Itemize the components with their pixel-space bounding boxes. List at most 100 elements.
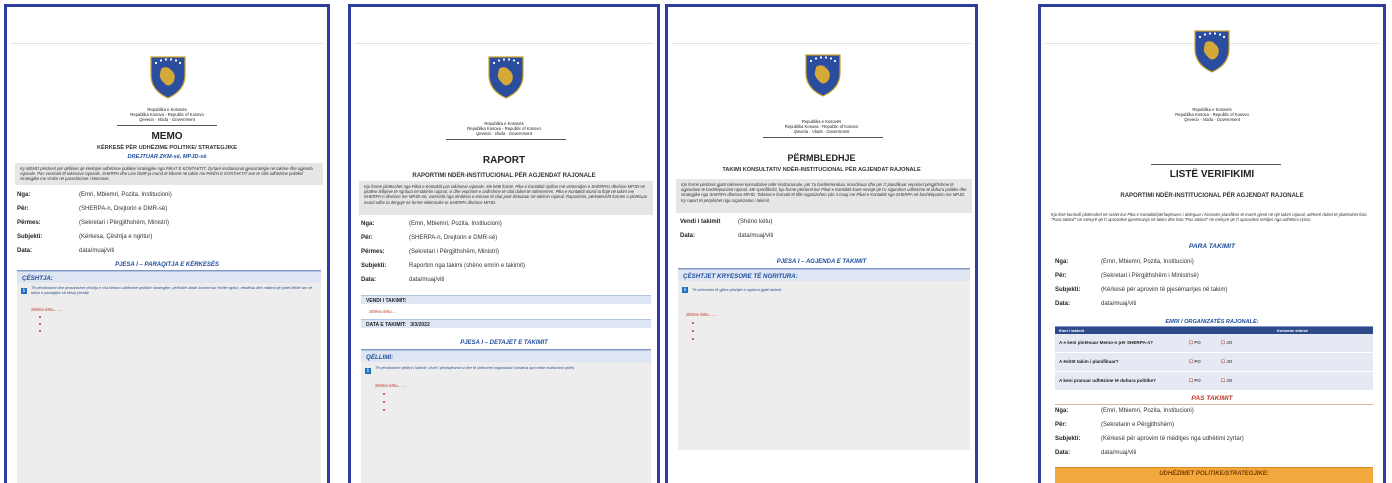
field-label: Për: [1055, 273, 1067, 279]
field-to: Për: (SHERPA-n, Drejtorin e DMR-së) [17, 206, 167, 212]
field-value: (Shëno këtu) [738, 219, 773, 225]
section-heading: PJESA I – DETAJET E TAKIMIT [460, 340, 548, 346]
meeting-date-label: DATA E TAKIMIT: [366, 322, 407, 328]
field-label: Data: [1055, 301, 1071, 307]
panel-title: QËLLIMI: [361, 351, 651, 362]
field-date: Data: data/muaj/viti [680, 233, 773, 239]
meeting-date-value: 3/3/2022 [410, 322, 430, 328]
page-top-rule [11, 43, 323, 44]
header-meeting-name: Emri i takimit [1059, 328, 1085, 333]
checkbox-yes[interactable]: ☐ PO [1189, 378, 1201, 384]
field-label: Subjekti: [1055, 287, 1081, 293]
after-field-to: Për: (Sekretarin e Përgjithshëm) [1055, 422, 1174, 428]
memo-document-page[interactable]: Republika e Kosovës Republika Kosova - R… [4, 4, 330, 483]
no-label: JO [1226, 359, 1233, 364]
government-header: Republika e Kosovës Republika Kosova - R… [668, 119, 975, 134]
venue-label: VENDI I TAKIMIT: [361, 295, 651, 304]
field-value: (Emri, Mbiemri, Pozita, Institucioni) [79, 192, 172, 198]
venue-value[interactable]: Shëno këtu… [369, 309, 396, 314]
kosovo-coat-of-arms-icon [1191, 25, 1233, 73]
info-icon: i [365, 368, 371, 374]
section-heading: PJESA I – AGJENDA E TAKIMIT [776, 259, 867, 265]
field-value: (Kërkesë për aprovim të mëdițjes nga udh… [1101, 436, 1244, 442]
page-top-rule [355, 43, 653, 44]
header-line-3: Qeveria - Vlada - Government [1184, 117, 1240, 122]
field-value: (SHERPA-n, Drejtorin e DMR-së) [79, 206, 168, 212]
field-label: Përmes: [17, 220, 41, 226]
bullet [39, 323, 41, 325]
field-date: Data: data/muaj/viti [361, 277, 444, 283]
panel-info: Të përshkruhet dhe prezantohet çështja e… [31, 286, 313, 295]
section-heading: PJESA I – PARAQITJA E KËRKESËS [115, 262, 219, 268]
field-subject: Subjekti: Raportim nga takimi (shëno emri… [361, 263, 525, 269]
field-from: Nga: (Emri, Mbiemri, Pozita, Institucioni… [17, 192, 172, 198]
info-icon: i [21, 288, 27, 294]
field-via: Përmes: (Sekretari i Përgjithshëm, Minist… [17, 220, 169, 226]
checklist-row: A e keni plotësuar Memo-n për SHERPA-n? … [1055, 334, 1373, 353]
bullet [39, 316, 41, 318]
document-addressee: DREJTUAR ZKM-së, MPJD-së [127, 154, 207, 160]
document-subtitle: TAKIMI KONSULTATIV NDËR-INSTITUCIONAL PË… [722, 167, 921, 173]
intro-instructions: Kjo formë përdoret gjatë takimeve konsul… [676, 179, 972, 213]
field-value: data/muaj/viti [738, 233, 774, 239]
section-divider [1055, 404, 1373, 405]
kosovo-coat-of-arms-icon [147, 51, 189, 99]
info-icon: i [682, 287, 688, 293]
checklist-question: A keni pranuar udhëzime të duhura politi… [1059, 378, 1156, 383]
field-value: (Emri, Mbiemri, Pozita, Institucioni) [1101, 259, 1194, 265]
field-from: Nga: (Emri, Mbiemri, Pozita, Institucioni… [361, 221, 502, 227]
before-field-date: Data: data/muaj/viti [1055, 301, 1136, 307]
after-field-date: Data: data/muaj/viti [1055, 450, 1136, 456]
field-subject: Subjekti: (Kërkesa, Çështja e ngritur) [17, 234, 152, 240]
yes-label: PO [1194, 378, 1201, 383]
checkbox-yes[interactable]: ☐ PO [1189, 340, 1201, 346]
raport-document-page[interactable]: Republika e Kosovës Republika Kosova - R… [348, 4, 660, 483]
government-header: Republika e Kosovës Republika Kosova - R… [7, 107, 327, 122]
checkbox-no[interactable]: ☐ JO [1221, 340, 1232, 346]
checkbox-no[interactable]: ☐ JO [1221, 359, 1232, 365]
field-label: Nga: [361, 221, 375, 227]
field-value: (Kërkesa, Çështja e ngritur) [79, 234, 153, 240]
before-meeting-heading: PARA TAKIMIT [1188, 243, 1236, 250]
government-header: Republika e Kosovës Republika Kosova - R… [351, 121, 657, 136]
checkbox-yes[interactable]: ☐ PO [1189, 359, 1201, 365]
placeholder-text[interactable]: Shëno këtu…… [31, 307, 63, 312]
field-label: Subjekti: [17, 234, 43, 240]
field-value: (SHERPA-n, Drejtorin e DMR-së) [409, 235, 498, 241]
field-value: data/muaj/viti [79, 248, 115, 254]
document-title: RAPORT [482, 155, 526, 166]
issue-panel[interactable]: ÇËSHTJA: i Të përshkruhet dhe prezantohe… [17, 271, 321, 483]
placeholder-text[interactable]: Shëno këtu…… [375, 383, 407, 388]
panel-title: ÇËSHTJET KRYESORE TË NGRITURA: [678, 270, 970, 281]
purpose-panel[interactable]: QËLLIMI: i Të përshkruhet qëllimi i taki… [361, 350, 651, 483]
document-subtitle: RAPORTIMI NDËR-INSTITUCIONAL PËR AGJENDA… [412, 173, 596, 179]
field-label: Përmes: [361, 249, 385, 255]
field-label: Subjekti: [1055, 436, 1081, 442]
checkbox-no[interactable]: ☐ JO [1221, 378, 1232, 384]
field-value: (Sekretarin e Përgjithshëm) [1101, 422, 1175, 428]
before-field-subject: Subjekti: (Kërkesë për aprovim të pjesëma… [1055, 287, 1227, 293]
permbledhje-document-page[interactable]: Republika e Kosovës Republika Kosova - R… [665, 4, 978, 483]
document-title: LISTË VERIFIKIMI [1169, 169, 1255, 180]
field-value: (Kërkesë për aprovim të pjesëmarrjes në … [1101, 287, 1228, 293]
organization-heading: EMRI I ORGANIZATËS RAJONALE: [1165, 319, 1259, 325]
field-label: Për: [17, 206, 29, 212]
document-title: MEMO [151, 131, 183, 142]
bullet [692, 322, 694, 324]
panel-info: Të shënohen të gjitha çështjet e ngritur… [692, 288, 782, 292]
intro-instructions: Kjo formë plotësohet nga Pikat e Kontakt… [359, 181, 653, 215]
checklist-document-page[interactable]: Republika e Kosovës Republika Kosova - R… [1038, 4, 1386, 483]
field-value: data/muaj/viti [409, 277, 445, 283]
before-field-from: Nga: (Emri, Mbiemri, Pozita, Institucioni… [1055, 259, 1194, 265]
placeholder-text[interactable]: Shëno këtu…… [686, 312, 718, 317]
field-label: Për: [1055, 422, 1067, 428]
key-issues-panel[interactable]: ÇËSHTJET KRYESORE TË NGRITURA: i Të shën… [678, 269, 970, 450]
bullet [692, 330, 694, 332]
field-label: Nga: [1055, 259, 1069, 265]
field-date: Data: data/muaj/viti [17, 248, 114, 254]
after-field-subject: Subjekti: (Kërkesë për aprovim të mëdițje… [1055, 436, 1244, 442]
field-to: Për: (SHERPA-n, Drejtorin e DMR-së) [361, 235, 497, 241]
after-field-from: Nga: (Emri, Mbiemri, Pozita, Institucioni… [1055, 408, 1194, 414]
field-label: Nga: [17, 192, 31, 198]
field-value: data/muaj/viti [1101, 450, 1137, 456]
